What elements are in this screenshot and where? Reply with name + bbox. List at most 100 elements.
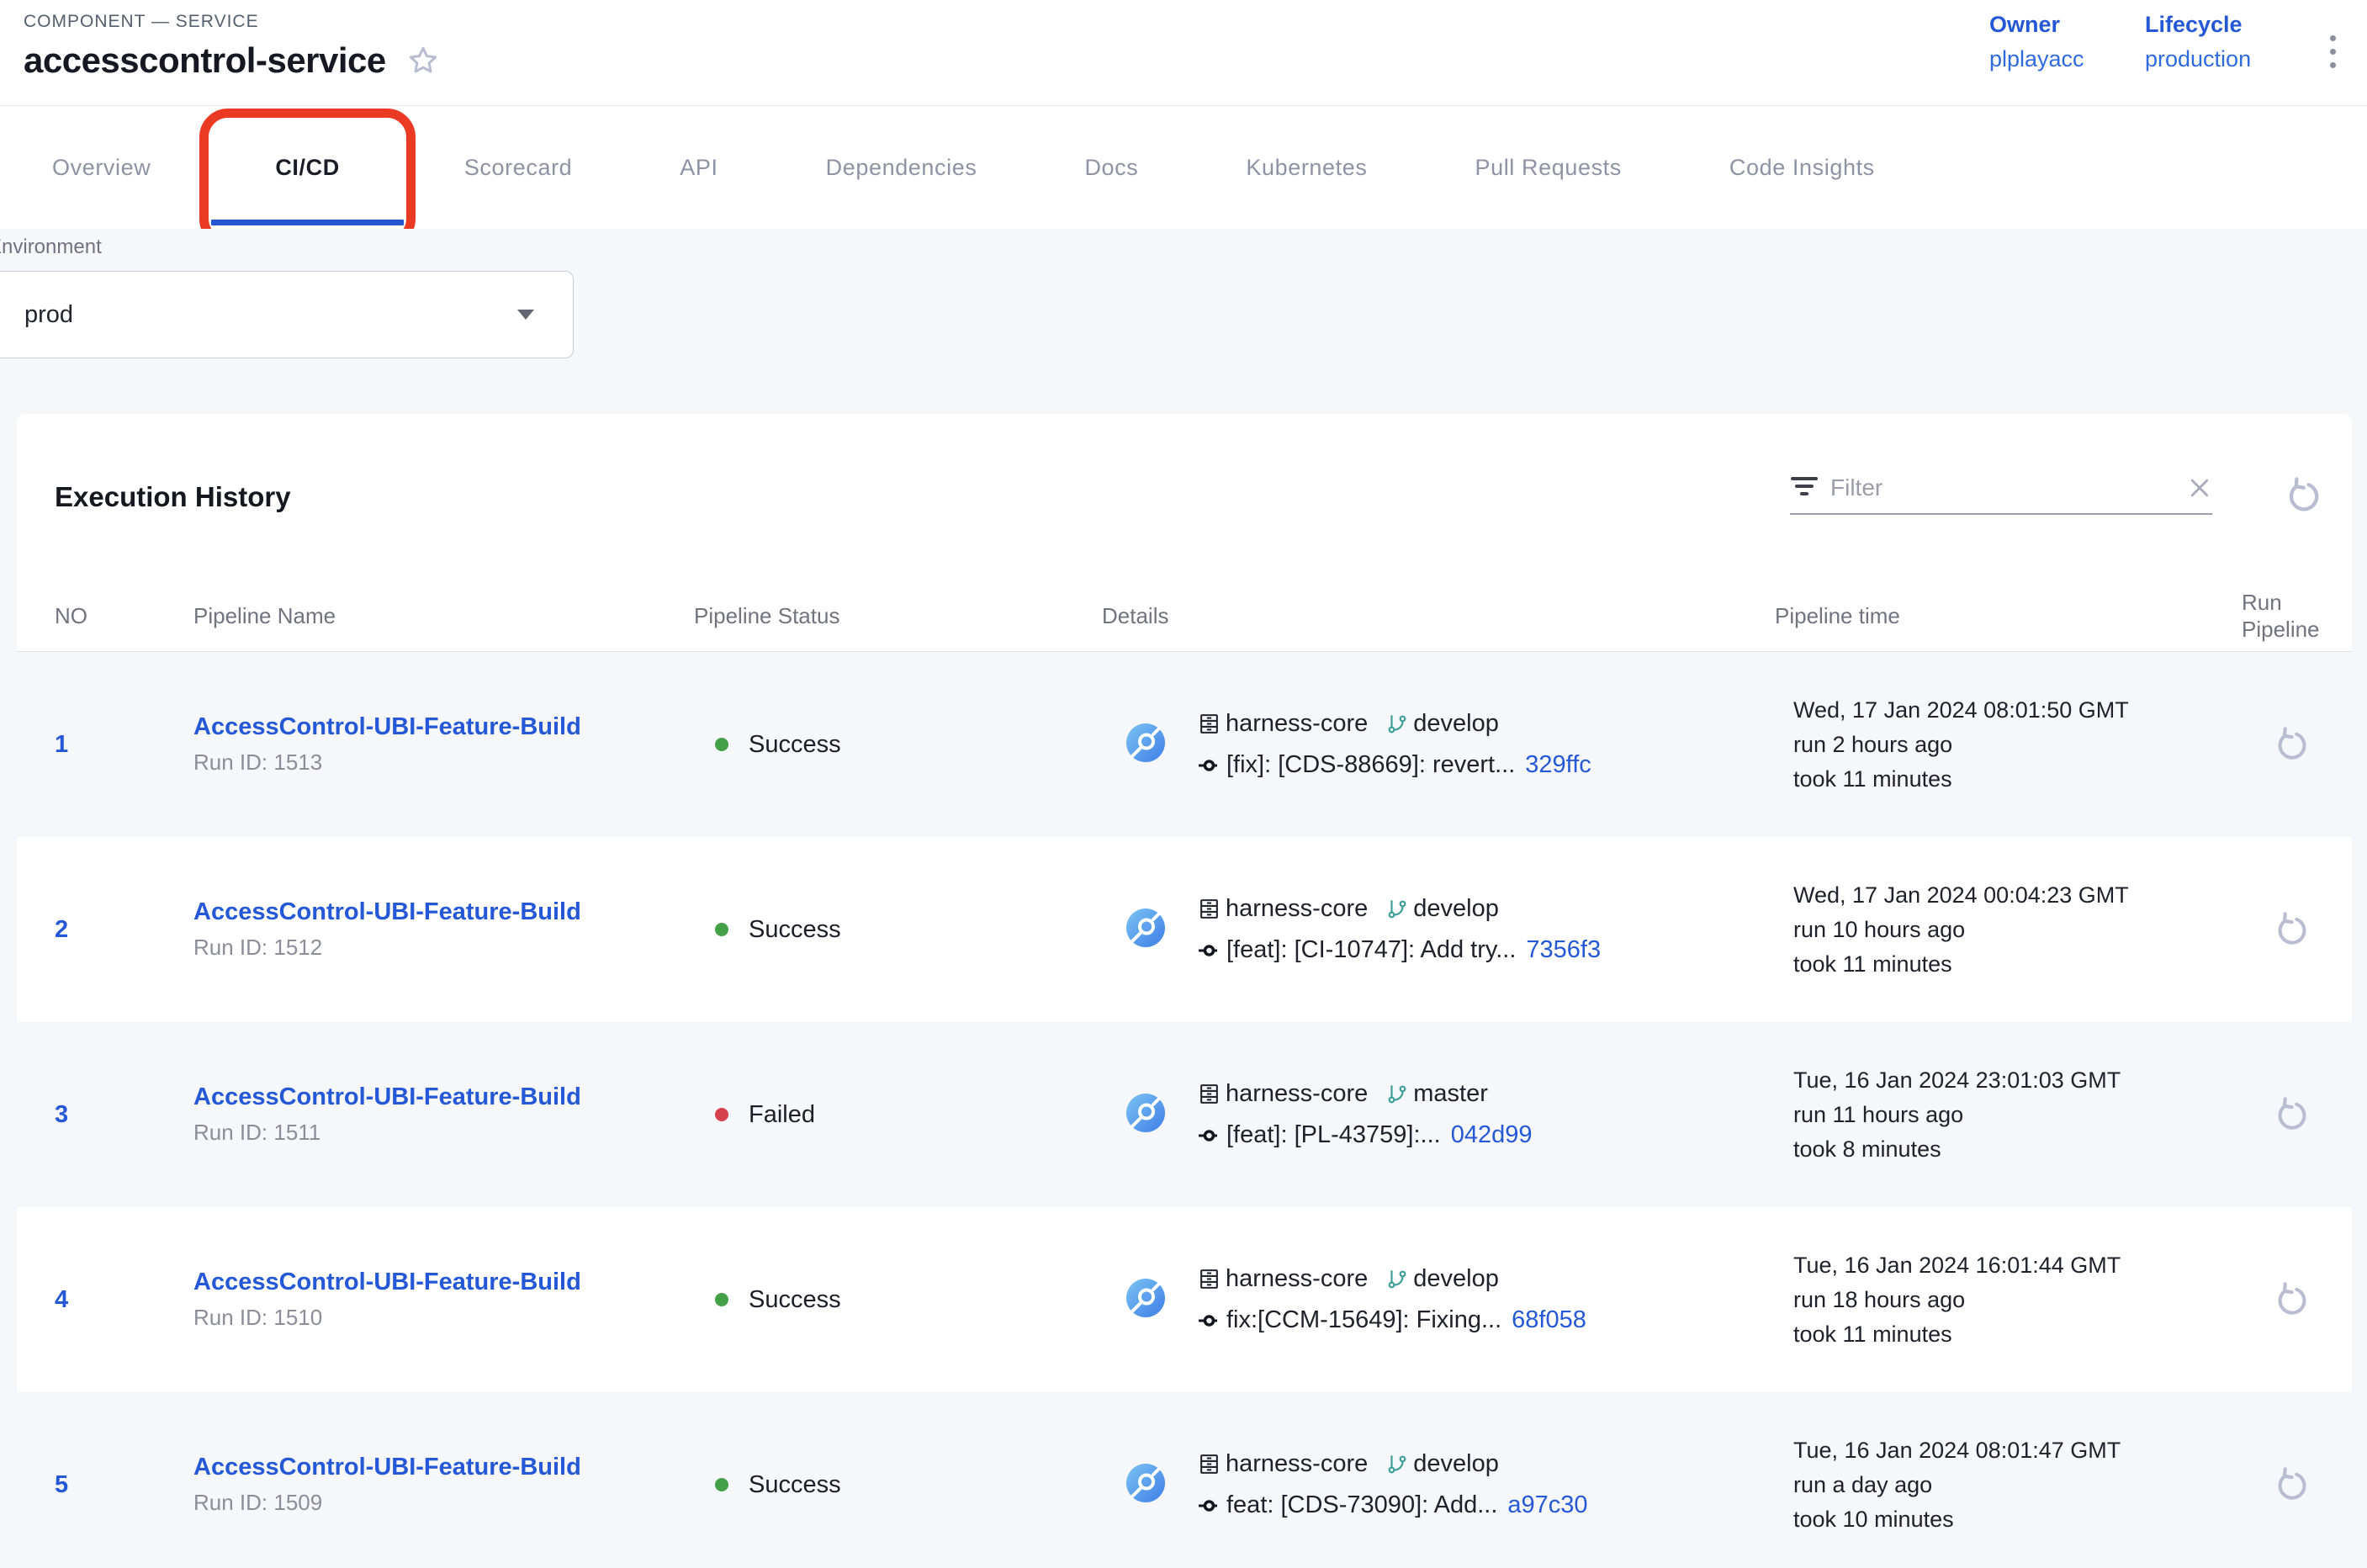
repo-name: harness-core — [1226, 710, 1368, 738]
run-pipeline-icon[interactable] — [2272, 911, 2309, 948]
pipeline-name-link[interactable]: AccessControl-UBI-Feature-Build — [193, 1083, 581, 1111]
environment-select[interactable]: prod — [0, 271, 574, 358]
lifecycle-meta: Lifecycle production — [2145, 12, 2251, 72]
pipeline-name-link[interactable]: AccessControl-UBI-Feature-Build — [193, 1454, 581, 1481]
pipeline-name-link[interactable]: AccessControl-UBI-Feature-Build — [193, 713, 581, 741]
commit-hash-link[interactable]: 042d99 — [1451, 1121, 1533, 1149]
status-dot — [715, 738, 728, 751]
status-dot — [715, 923, 728, 936]
row-number: 1 — [55, 731, 193, 759]
tab-kubernetes[interactable]: Kubernetes — [1246, 106, 1367, 229]
row-number: 3 — [55, 1101, 193, 1129]
execution-history-card: Execution History NO Pipeline Name — [17, 414, 2352, 1568]
entity-kicker: COMPONENT — SERVICE — [24, 12, 259, 32]
pipeline-time: Wed, 17 Jan 2024 08:01:50 GMT run 2 hour… — [1775, 693, 2229, 797]
pipeline-name-link[interactable]: AccessControl-UBI-Feature-Build — [193, 898, 581, 926]
filter-box — [1790, 474, 2212, 515]
branch-name: develop — [1413, 1265, 1499, 1293]
tab-api[interactable]: API — [680, 106, 718, 229]
run-id: Run ID: 1510 — [193, 1305, 694, 1331]
table-row: 1 AccessControl-UBI-Feature-Build Run ID… — [17, 652, 2352, 837]
git-branch-icon — [1386, 713, 1408, 735]
tab-pull-requests[interactable]: Pull Requests — [1475, 106, 1621, 229]
table-row: 3 AccessControl-UBI-Feature-Build Run ID… — [17, 1022, 2352, 1207]
row-number: 4 — [55, 1286, 193, 1314]
column-run-pipeline: Run Pipeline — [2229, 589, 2338, 643]
git-branch-icon — [1386, 898, 1408, 920]
column-pipeline-time: Pipeline time — [1775, 603, 2229, 629]
branch-name: master — [1413, 1080, 1488, 1108]
repo-name: harness-core — [1226, 1265, 1368, 1293]
table-row: 2 AccessControl-UBI-Feature-Build Run ID… — [17, 837, 2352, 1022]
entity-tabs: Overview CI/CD Scorecard API Dependencie… — [0, 106, 2367, 229]
lifecycle-label: Lifecycle — [2145, 12, 2251, 38]
git-commit-icon — [1198, 1310, 1221, 1332]
page-title: accesscontrol-service — [24, 40, 386, 81]
commit-hash-link[interactable]: a97c30 — [1507, 1491, 1587, 1519]
ci-module-icon — [1125, 908, 1166, 952]
repo-name: harness-core — [1226, 895, 1368, 923]
favorite-star-icon[interactable] — [406, 44, 440, 77]
status-text: Success — [749, 916, 841, 944]
commit-hash-link[interactable]: 7356f3 — [1526, 936, 1601, 964]
table-header: NO Pipeline Name Pipeline Status Details… — [17, 580, 2352, 652]
kebab-menu-icon[interactable] — [2323, 29, 2343, 75]
tab-cicd[interactable]: CI/CD — [258, 106, 357, 229]
commit-hash-link[interactable]: 68f058 — [1512, 1306, 1586, 1334]
commit-message: feat: [CDS-73090]: Add... — [1226, 1491, 1497, 1519]
column-no: NO — [55, 603, 193, 629]
clear-filter-icon[interactable] — [2187, 475, 2212, 501]
column-pipeline-status: Pipeline Status — [694, 603, 1102, 629]
status-text: Failed — [749, 1101, 815, 1129]
dropdown-caret-icon — [517, 310, 534, 320]
table-row: 4 AccessControl-UBI-Feature-Build Run ID… — [17, 1207, 2352, 1392]
repository-icon — [1198, 712, 1221, 735]
environment-selected-value: prod — [24, 301, 517, 329]
git-commit-icon — [1198, 755, 1221, 776]
tab-scorecard[interactable]: Scorecard — [464, 106, 572, 229]
status-dot — [715, 1293, 728, 1306]
environment-label: Environment — [0, 236, 102, 259]
repository-icon — [1198, 1083, 1221, 1105]
ci-module-icon — [1125, 1463, 1166, 1507]
status-text: Success — [749, 1471, 841, 1499]
commit-message: [feat]: [PL-43759]:... — [1226, 1121, 1441, 1149]
run-id: Run ID: 1512 — [193, 935, 694, 961]
run-pipeline-icon[interactable] — [2272, 726, 2309, 763]
ci-module-icon — [1125, 1278, 1166, 1322]
reload-icon[interactable] — [2283, 476, 2322, 515]
repository-icon — [1198, 1268, 1221, 1290]
commit-hash-link[interactable]: 329ffc — [1525, 751, 1591, 779]
cicd-tab-content: Environment prod Execution History — [0, 229, 2367, 1568]
column-details: Details — [1102, 603, 1775, 629]
commit-message: [feat]: [CI-10747]: Add try... — [1226, 936, 1516, 964]
git-commit-icon — [1198, 1495, 1221, 1517]
pipeline-name-link[interactable]: AccessControl-UBI-Feature-Build — [193, 1269, 581, 1296]
run-pipeline-icon[interactable] — [2272, 1466, 2309, 1503]
branch-name: develop — [1413, 895, 1499, 923]
pipeline-time: Tue, 16 Jan 2024 16:01:44 GMT run 18 hou… — [1775, 1248, 2229, 1352]
row-number: 2 — [55, 916, 193, 944]
run-pipeline-icon[interactable] — [2272, 1281, 2309, 1318]
repository-icon — [1198, 1453, 1221, 1475]
section-title: Execution History — [55, 481, 291, 513]
tab-code-insights[interactable]: Code Insights — [1729, 106, 1875, 229]
filter-input[interactable] — [1830, 474, 2175, 501]
run-pipeline-icon[interactable] — [2272, 1096, 2309, 1133]
git-branch-icon — [1386, 1083, 1408, 1105]
status-text: Success — [749, 1286, 841, 1314]
git-commit-icon — [1198, 940, 1221, 961]
repo-name: harness-core — [1226, 1080, 1368, 1108]
pipeline-time: Tue, 16 Jan 2024 23:01:03 GMT run 11 hou… — [1775, 1063, 2229, 1167]
tab-overview[interactable]: Overview — [52, 106, 151, 229]
repository-icon — [1198, 898, 1221, 920]
pipeline-time: Wed, 17 Jan 2024 00:04:23 GMT run 10 hou… — [1775, 878, 2229, 982]
git-branch-icon — [1386, 1454, 1408, 1475]
ci-module-icon — [1125, 1093, 1166, 1137]
tab-dependencies[interactable]: Dependencies — [826, 106, 977, 229]
git-commit-icon — [1198, 1125, 1221, 1147]
tab-docs[interactable]: Docs — [1084, 106, 1138, 229]
commit-message: [fix]: [CDS-88669]: revert... — [1226, 751, 1515, 779]
status-dot — [715, 1478, 728, 1491]
run-id: Run ID: 1513 — [193, 750, 694, 776]
